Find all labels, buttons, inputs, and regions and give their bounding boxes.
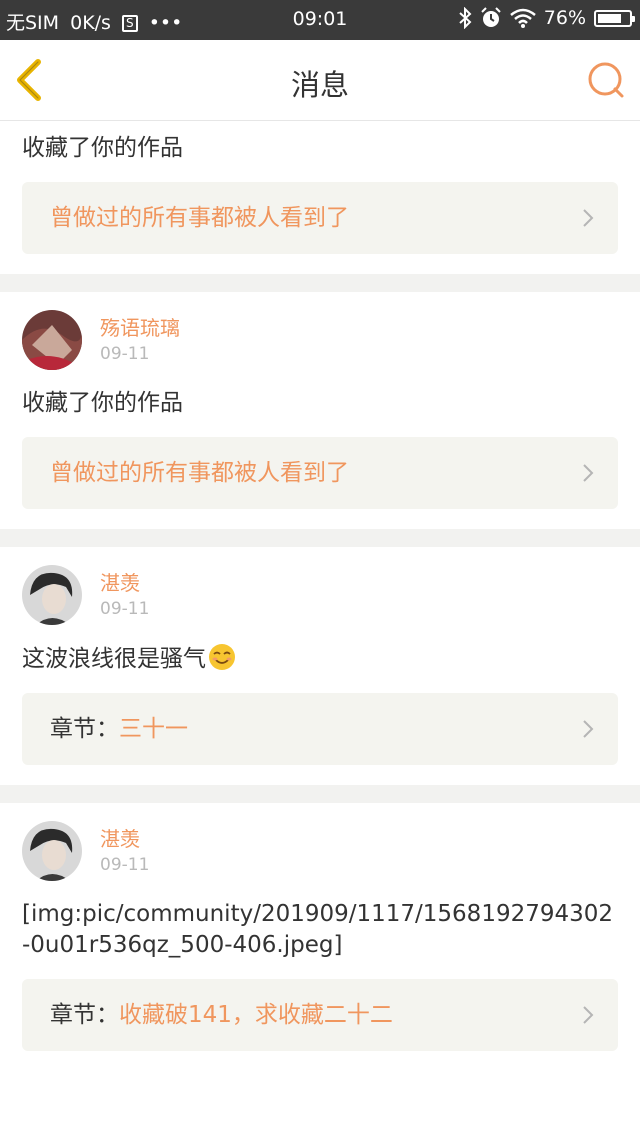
chevron-right-icon <box>583 209 594 227</box>
message-header: 湛羡 09-11 <box>22 821 618 881</box>
separator <box>0 274 640 292</box>
message-text: 收藏了你的作品 <box>22 390 183 416</box>
status-bar: 无SIM 0K/s S ••• 09:01 76% <box>0 0 640 40</box>
message-card: 09-11 收藏了你的作品 曾做过的所有事都被人看到了 <box>0 121 640 274</box>
battery-percent: 76% <box>543 7 586 29</box>
message-date: 09-11 <box>100 344 150 364</box>
separator <box>0 529 640 547</box>
ref-prefix: 章节： <box>50 716 119 742</box>
smile-emoji-icon <box>209 644 235 670</box>
ref-prefix: 章节： <box>50 1002 119 1028</box>
message-card: 湛羡 09-11 这波浪线很是骚气 章节：三十一 <box>0 547 640 785</box>
alarm-icon <box>481 7 501 27</box>
referenced-work[interactable]: 曾做过的所有事都被人看到了 <box>22 437 618 509</box>
battery-level <box>598 13 621 23</box>
message-date: 09-11 <box>100 855 150 875</box>
referenced-chapter[interactable]: 章节：收藏破141，求收藏二十二 <box>22 979 618 1051</box>
ref-title: 三十一 <box>119 716 188 742</box>
search-icon[interactable] <box>586 60 626 100</box>
username[interactable]: 殇语琉璃 <box>100 312 180 341</box>
chevron-right-icon <box>583 464 594 482</box>
message-text-row: 这波浪线很是骚气 <box>22 643 618 675</box>
avatar[interactable] <box>22 310 82 370</box>
username[interactable]: 湛羡 <box>100 567 140 596</box>
ref-title: 曾做过的所有事都被人看到了 <box>50 460 349 486</box>
avatar[interactable] <box>22 565 82 625</box>
nav-bar: 消息 <box>0 40 640 121</box>
ref-title: 曾做过的所有事都被人看到了 <box>50 205 349 231</box>
chevron-right-icon <box>583 720 594 738</box>
bluetooth-icon <box>459 7 472 29</box>
message-header: 湛羡 09-11 <box>22 565 618 625</box>
referenced-chapter[interactable]: 章节：三十一 <box>22 693 618 765</box>
page-title: 消息 <box>290 68 349 102</box>
username[interactable]: 湛羡 <box>100 823 140 852</box>
battery-icon <box>594 9 635 27</box>
referenced-work[interactable]: 曾做过的所有事都被人看到了 <box>22 182 618 254</box>
message-feed[interactable]: 09-11 收藏了你的作品 曾做过的所有事都被人看到了 <box>0 121 640 1146</box>
message-date: 09-11 <box>100 599 150 619</box>
message-text: [img:pic/community/201909/1117/156819279… <box>22 901 614 958</box>
message-header: 殇语琉璃 09-11 <box>22 310 618 370</box>
wifi-icon <box>509 8 536 28</box>
ref-title: 收藏破141，求收藏二十二 <box>119 1002 393 1028</box>
separator <box>0 785 640 803</box>
status-right: 76% <box>450 7 635 29</box>
message-card: 殇语琉璃 09-11 收藏了你的作品 曾做过的所有事都被人看到了 <box>0 292 640 529</box>
message-text: 收藏了你的作品 <box>22 135 183 161</box>
avatar[interactable] <box>22 821 82 881</box>
chevron-right-icon <box>583 1006 594 1024</box>
message-text: 这波浪线很是骚气 <box>22 646 206 672</box>
message-card: 湛羡 09-11 [img:pic/community/201909/1117/… <box>0 803 640 1071</box>
